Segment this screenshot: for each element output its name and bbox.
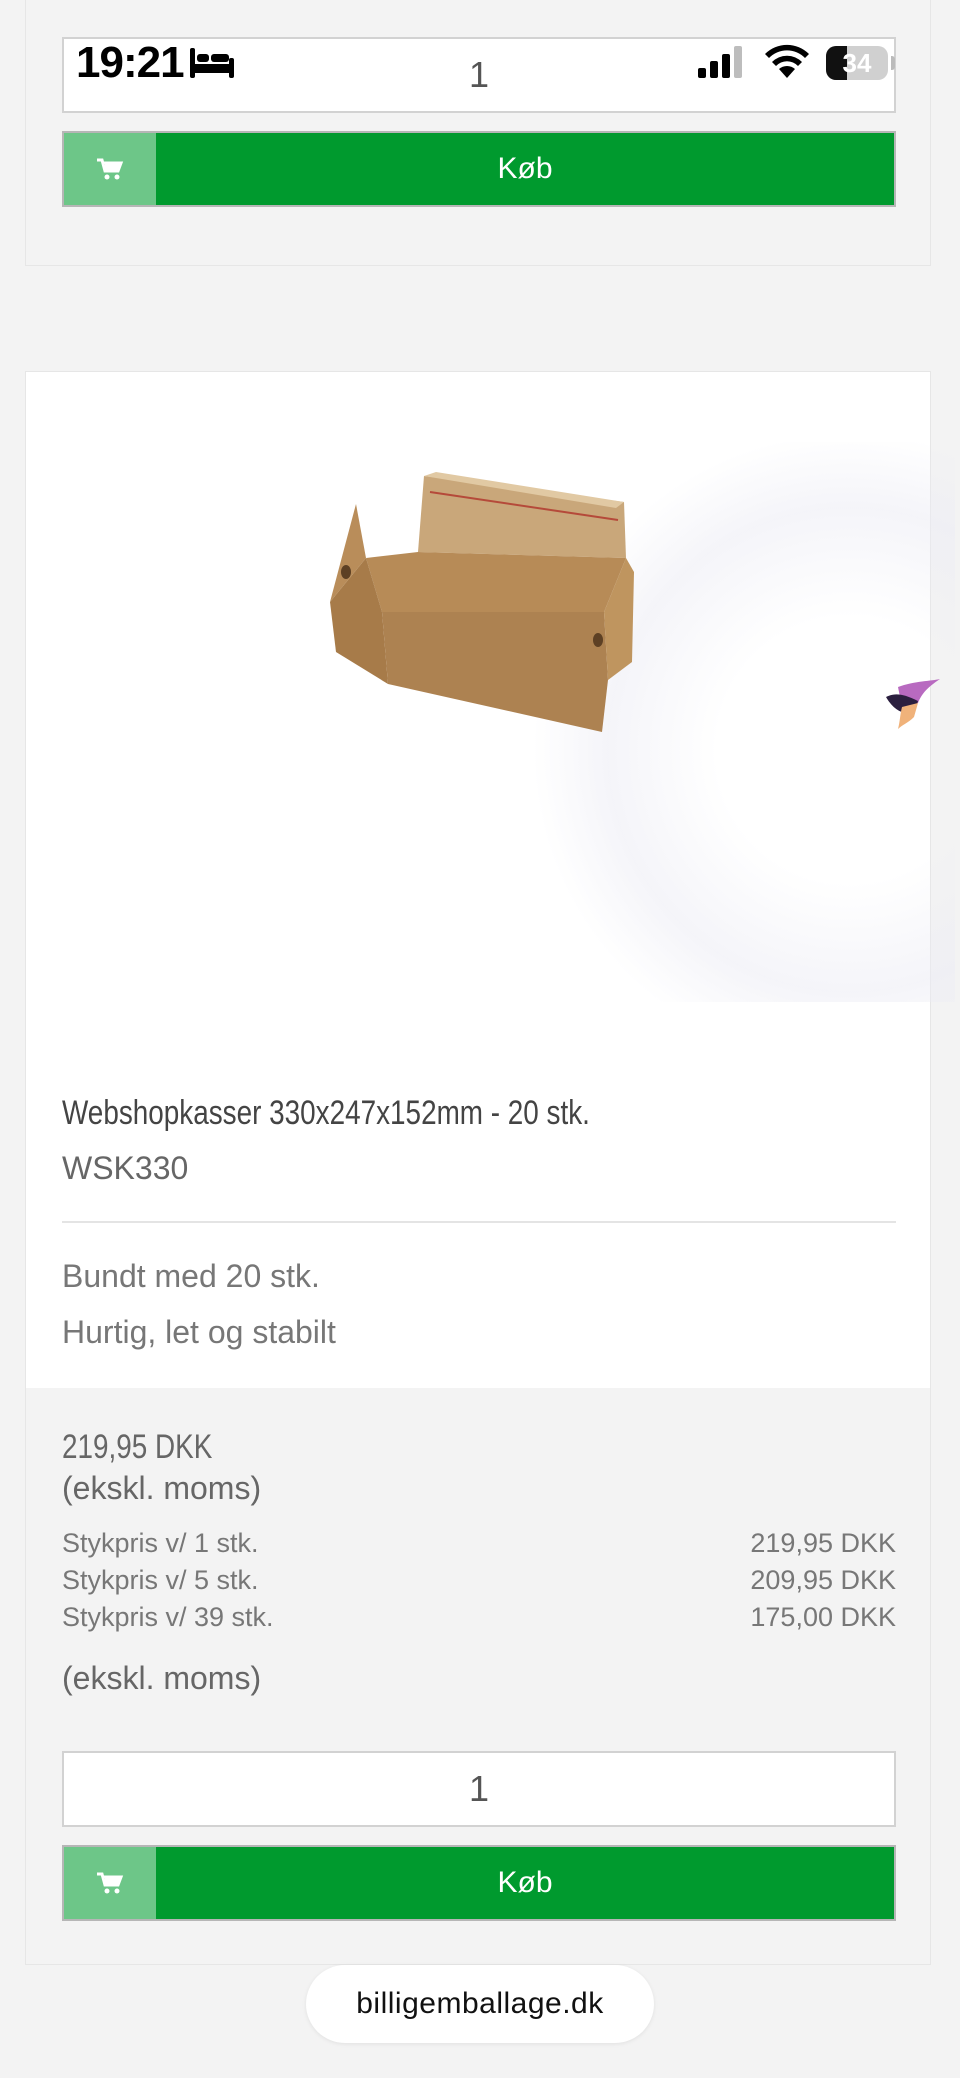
buy-button-label: Køb bbox=[156, 1847, 894, 1919]
battery-icon: 34 bbox=[826, 46, 888, 80]
chat-widget-bird-icon[interactable] bbox=[884, 677, 942, 731]
cart-icon bbox=[64, 133, 156, 205]
status-time: 19:21 bbox=[76, 38, 185, 87]
price-section: 219,95 DKK (ekskl. moms) Stykpris v/ 1 s… bbox=[26, 1388, 930, 1964]
price-tier-price: 209,95 DKK bbox=[750, 1565, 896, 1595]
product-sku: WSK330 bbox=[62, 1150, 189, 1186]
vat-note-secondary: (ekskl. moms) bbox=[62, 1660, 262, 1696]
price-tier-row: Stykpris v/ 1 stk. 219,95 DKK bbox=[62, 1528, 896, 1559]
price-tier-row: Stykpris v/ 5 stk. 209,95 DKK bbox=[62, 1565, 896, 1596]
price-tier-row: Stykpris v/ 39 stk. 175,00 DKK bbox=[62, 1602, 896, 1633]
buy-button-label: Køb bbox=[156, 133, 894, 205]
price-tier-label: Stykpris v/ 1 stk. bbox=[62, 1528, 259, 1558]
divider bbox=[62, 1221, 896, 1223]
buy-button[interactable]: Køb bbox=[62, 131, 896, 207]
price-tier-price: 175,00 DKK bbox=[750, 1602, 896, 1632]
battery-tip bbox=[891, 56, 895, 70]
bed-icon bbox=[190, 48, 234, 78]
product-price: 219,95 DKK bbox=[62, 1428, 213, 1466]
cart-icon bbox=[64, 1847, 156, 1919]
price-tier-label: Stykpris v/ 5 stk. bbox=[62, 1565, 259, 1595]
quantity-input[interactable]: 1 bbox=[62, 1751, 896, 1827]
product-description-line: Bundt med 20 stk. bbox=[62, 1258, 320, 1294]
browser-url-bar[interactable]: billigemballage.dk bbox=[306, 1965, 654, 2043]
wifi-icon bbox=[765, 44, 809, 78]
product-description-line: Hurtig, let og stabilt bbox=[62, 1314, 336, 1350]
product-card: Webshopkasser 330x247x152mm - 20 stk. WS… bbox=[25, 371, 955, 1965]
price-tier-label: Stykpris v/ 39 stk. bbox=[62, 1602, 274, 1632]
status-bar: 19:21 34 bbox=[0, 0, 960, 120]
buy-button[interactable]: Køb bbox=[62, 1845, 896, 1921]
price-tier-price: 219,95 DKK bbox=[750, 1528, 896, 1558]
battery-level: 34 bbox=[842, 48, 872, 78]
vat-note: (ekskl. moms) bbox=[62, 1470, 262, 1506]
cellular-signal-icon bbox=[698, 46, 742, 78]
product-title[interactable]: Webshopkasser 330x247x152mm - 20 stk. bbox=[62, 1094, 590, 1133]
product-image[interactable] bbox=[326, 462, 656, 762]
